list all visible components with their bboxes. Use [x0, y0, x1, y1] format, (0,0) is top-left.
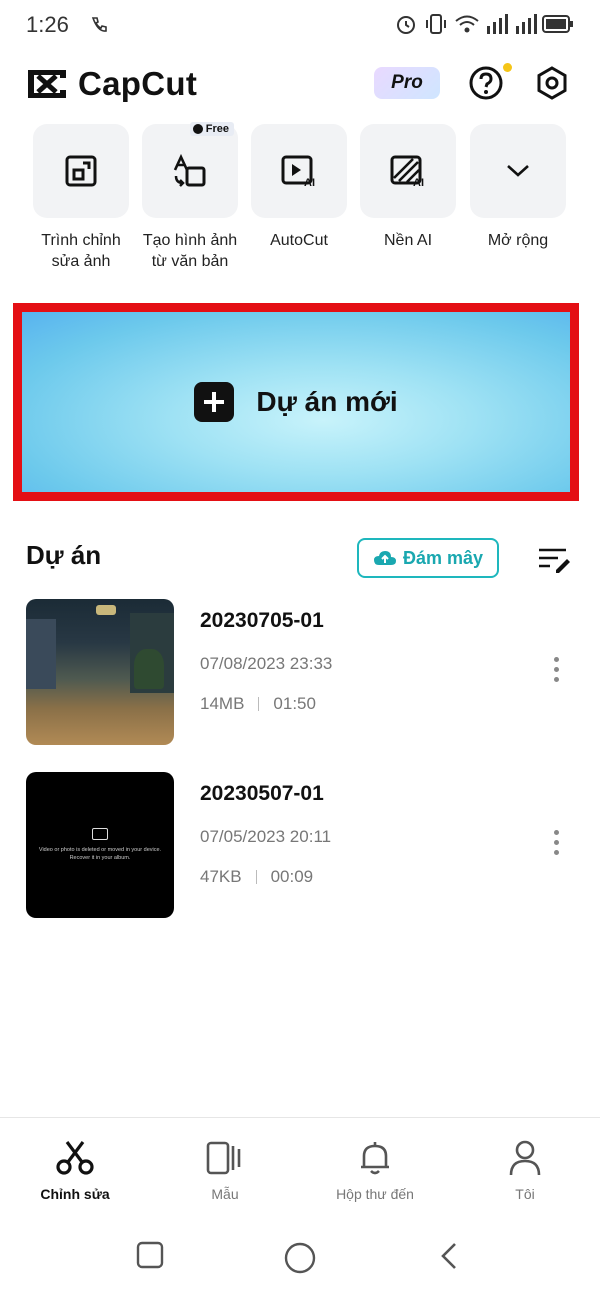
tool-label: Mở rộng — [487, 232, 549, 249]
capcut-logo-icon — [28, 70, 66, 98]
more-options-button[interactable] — [551, 657, 561, 687]
project-item[interactable]: Video or photo is deleted or moved in yo… — [0, 772, 600, 922]
help-button[interactable] — [468, 63, 512, 101]
thumb-plant — [134, 649, 164, 689]
project-size: 47KB — [200, 867, 242, 886]
thumb-lamp — [96, 605, 116, 615]
nav-inbox[interactable]: Hộp thư đến — [315, 1138, 435, 1202]
bell-icon — [361, 1142, 389, 1175]
home-icon[interactable] — [283, 1241, 317, 1275]
settings-button[interactable] — [534, 65, 570, 101]
tool-tile[interactable]: AI — [251, 124, 347, 218]
bottom-nav: Chỉnh sửa Mẫu Hộp thư đến Tôi — [0, 1117, 600, 1217]
project-size: 14MB — [200, 694, 245, 713]
thumb-wall — [26, 619, 56, 689]
new-project-content: Dự án mới — [194, 382, 398, 422]
notification-dot — [503, 63, 512, 72]
cloud-button[interactable]: Đám mây — [357, 538, 499, 578]
cloud-label: Đám mây — [402, 547, 484, 568]
tool-text-to-image[interactable]: Free Tạo hình ảnh từ văn bản — [136, 122, 244, 272]
missing-media-icon — [92, 828, 108, 840]
app-name: CapCut — [78, 65, 198, 102]
nav-label: Chỉnh sửa — [40, 1186, 110, 1202]
tool-label: AutoCut — [270, 232, 328, 249]
projects-title: Dự án — [26, 540, 102, 570]
clock-icon — [192, 124, 203, 134]
project-name: 20230705-01 — [200, 609, 324, 632]
list-edit-icon — [539, 548, 570, 573]
chevron-down-icon — [507, 165, 529, 177]
help-icon — [469, 66, 503, 100]
tool-label: Trình chỉnh sửa ảnh — [41, 232, 121, 270]
free-badge: Free — [189, 122, 234, 136]
tool-tile[interactable]: Free — [142, 122, 238, 218]
nav-profile[interactable]: Tôi — [465, 1138, 585, 1202]
back-icon[interactable] — [438, 1241, 460, 1271]
plus-icon — [194, 382, 235, 422]
photo-edit-icon — [65, 155, 97, 187]
nav-label: Mẫu — [211, 1186, 239, 1202]
call-icon — [91, 17, 107, 32]
user-icon — [509, 1140, 541, 1176]
project-date: 07/08/2023 23:33 — [200, 654, 333, 673]
capcut-logo: CapCut — [24, 65, 197, 103]
tool-tile[interactable]: AI — [360, 124, 456, 218]
project-duration: 01:50 — [273, 694, 316, 713]
recents-icon[interactable] — [136, 1241, 164, 1269]
project-meta: 47KB 00:09 — [200, 867, 313, 887]
project-duration: 00:09 — [270, 867, 314, 886]
project-item[interactable]: 20230705-01 07/08/2023 23:33 14MB 01:50 — [0, 599, 600, 749]
status-bar: 1:26 — [0, 0, 600, 50]
system-nav-bar — [0, 1225, 600, 1299]
svg-text:AI: AI — [304, 177, 315, 188]
more-options-button[interactable] — [551, 830, 561, 860]
nav-label: Tôi — [515, 1186, 535, 1202]
nav-templates[interactable]: Mẫu — [165, 1138, 285, 1202]
nav-edit[interactable]: Chỉnh sửa — [15, 1138, 135, 1202]
project-date: 07/05/2023 20:11 — [200, 827, 332, 846]
new-project-highlight: Dự án mới — [13, 303, 579, 501]
tool-label: Tạo hình ảnh từ văn bản — [142, 232, 238, 270]
svg-text:AI: AI — [413, 177, 424, 188]
tool-tile[interactable] — [470, 124, 566, 218]
tool-autocut[interactable]: AI AutoCut — [245, 124, 353, 251]
project-thumbnail[interactable]: Video or photo is deleted or moved in yo… — [26, 772, 174, 918]
missing-media-message: Video or photo is deleted or moved in yo… — [38, 847, 162, 861]
text-to-image-icon — [173, 154, 206, 187]
meta-divider — [255, 870, 257, 884]
new-project-label: Dự án mới — [256, 386, 398, 417]
project-meta: 14MB 01:50 — [200, 694, 316, 714]
nav-label: Hộp thư đến — [336, 1186, 414, 1202]
alarm-icon — [397, 16, 415, 34]
cloud-upload-icon — [373, 551, 396, 565]
template-icon — [206, 1141, 241, 1175]
scissors-icon — [56, 1141, 94, 1175]
tool-tile[interactable] — [33, 124, 129, 218]
wifi-icon — [455, 15, 479, 33]
tool-photo-editor[interactable]: Trình chỉnh sửa ảnh — [27, 124, 135, 272]
settings-icon — [537, 66, 567, 100]
project-name: 20230507-01 — [200, 782, 324, 805]
status-time: 1:26 — [26, 12, 69, 37]
signal-icon-2 — [516, 14, 537, 34]
ai-background-icon: AI — [390, 155, 424, 188]
project-thumbnail[interactable] — [26, 599, 174, 745]
tool-label: Nền AI — [383, 232, 433, 249]
quick-tools: Trình chỉnh sửa ảnh Free Tạo hình ảnh từ v… — [0, 122, 600, 284]
new-project-button[interactable]: Dự án mới — [22, 312, 570, 492]
signal-icon — [487, 14, 508, 34]
battery-icon — [542, 15, 573, 33]
sort-edit-button[interactable] — [536, 544, 572, 574]
app-header: CapCut Pro — [0, 55, 600, 115]
meta-divider — [258, 697, 260, 711]
vibrate-icon — [426, 14, 446, 34]
autocut-ai-icon: AI — [281, 155, 315, 188]
tool-expand[interactable]: Mở rộng — [464, 124, 572, 251]
tool-ai-background[interactable]: AI Nền AI — [354, 124, 462, 251]
pro-button[interactable]: Pro — [374, 67, 440, 99]
